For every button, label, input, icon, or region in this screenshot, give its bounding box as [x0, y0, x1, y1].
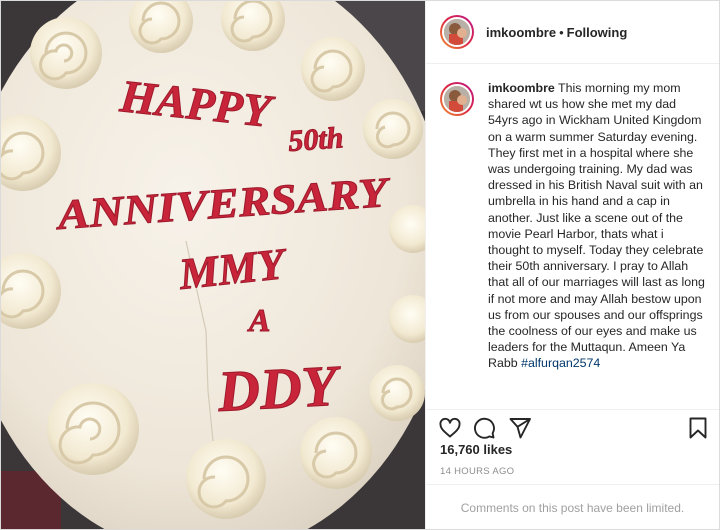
- heart-icon[interactable]: [438, 416, 462, 440]
- cake-text-ddy: DDY: [215, 353, 343, 424]
- cake-image: HAPPY 50th ANNIVERSARY MMY A DDY: [1, 1, 425, 529]
- post-timestamp[interactable]: 14 HOURS AGO: [440, 466, 514, 477]
- caption-text: imkoombre This morning my mom shared wt …: [488, 80, 705, 529]
- caption: imkoombre This morning my mom shared wt …: [426, 64, 719, 529]
- instagram-post: HAPPY 50th ANNIVERSARY MMY A DDY imkoomb…: [0, 0, 720, 530]
- hashtag-link[interactable]: #alfurqan2574: [521, 356, 600, 370]
- cake-text-50th: 50th: [287, 121, 344, 158]
- comments-limited-notice: Comments on this post have been limited.: [426, 484, 719, 530]
- header-username[interactable]: imkoombre: [486, 25, 556, 40]
- bookmark-icon[interactable]: [686, 416, 710, 440]
- comment-icon[interactable]: [472, 416, 496, 440]
- caption-body: This morning my mom shared wt us how she…: [488, 81, 705, 371]
- header-user-info: imkoombre • Following: [486, 25, 627, 40]
- post-side-panel: imkoombre • Following imkoombre This morni…: [425, 1, 719, 529]
- post-header: imkoombre • Following: [426, 1, 719, 64]
- cake-text-a: A: [247, 302, 270, 338]
- separator-dot: •: [559, 24, 564, 40]
- likes-count[interactable]: 16,760 likes: [440, 442, 512, 457]
- avatar[interactable]: [440, 15, 474, 49]
- caption-username[interactable]: imkoombre: [488, 81, 555, 95]
- caption-avatar[interactable]: [440, 82, 474, 116]
- paper-plane-icon[interactable]: [508, 416, 532, 440]
- following-button[interactable]: Following: [567, 25, 628, 40]
- post-photo[interactable]: HAPPY 50th ANNIVERSARY MMY A DDY: [1, 1, 425, 529]
- avatar-image: [442, 84, 472, 114]
- avatar-image: [442, 17, 472, 47]
